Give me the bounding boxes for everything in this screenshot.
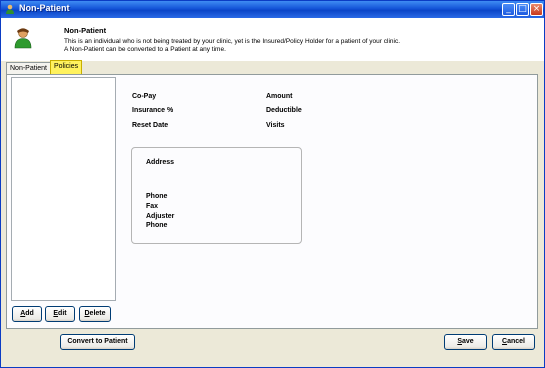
- cancel-button[interactable]: Cancel: [492, 334, 535, 350]
- add-button[interactable]: Add: [12, 306, 42, 322]
- visits-label: Visits: [266, 122, 285, 129]
- policy-list[interactable]: [11, 77, 116, 301]
- close-icon: ×: [532, 4, 541, 14]
- title-bar[interactable]: Non-Patient _ □ ×: [1, 1, 544, 18]
- deductible-label: Deductible: [266, 107, 302, 114]
- header-panel: Non-Patient This is an individual who is…: [1, 18, 544, 61]
- fax-label: Fax: [146, 203, 159, 210]
- insurance-percent-label: Insurance %: [132, 107, 174, 114]
- tab-policies[interactable]: Policies: [50, 60, 83, 74]
- copay-label: Co-Pay: [132, 93, 157, 100]
- address-label: Address: [146, 159, 175, 166]
- close-button[interactable]: ×: [530, 3, 543, 16]
- save-button[interactable]: Save: [444, 334, 487, 350]
- minimize-icon: _: [506, 4, 511, 14]
- person-icon: [14, 28, 32, 49]
- tab-non-patient[interactable]: Non-Patient: [6, 62, 51, 74]
- adjuster-phone-label: Phone: [146, 222, 168, 229]
- window-title: Non-Patient: [19, 3, 70, 13]
- convert-to-patient-button[interactable]: Convert to Patient: [60, 334, 135, 350]
- header-description-note: A Non-Patient can be converted to a Pati…: [64, 46, 226, 53]
- adjuster-label: Adjuster: [146, 213, 175, 220]
- delete-button[interactable]: Delete: [79, 306, 111, 322]
- maximize-icon: □: [518, 4, 527, 14]
- phone-label: Phone: [146, 193, 168, 200]
- header-description: This is an individual who is not being t…: [64, 38, 401, 45]
- header-title: Non-Patient: [64, 26, 107, 35]
- maximize-button[interactable]: □: [516, 3, 529, 16]
- amount-label: Amount: [266, 93, 293, 100]
- reset-date-label: Reset Date: [132, 122, 169, 129]
- non-patient-window: Non-Patient _ □ × Non-Patient This is an…: [0, 0, 545, 368]
- minimize-button[interactable]: _: [502, 3, 515, 16]
- person-small-icon: [6, 4, 14, 14]
- edit-button[interactable]: Edit: [45, 306, 75, 322]
